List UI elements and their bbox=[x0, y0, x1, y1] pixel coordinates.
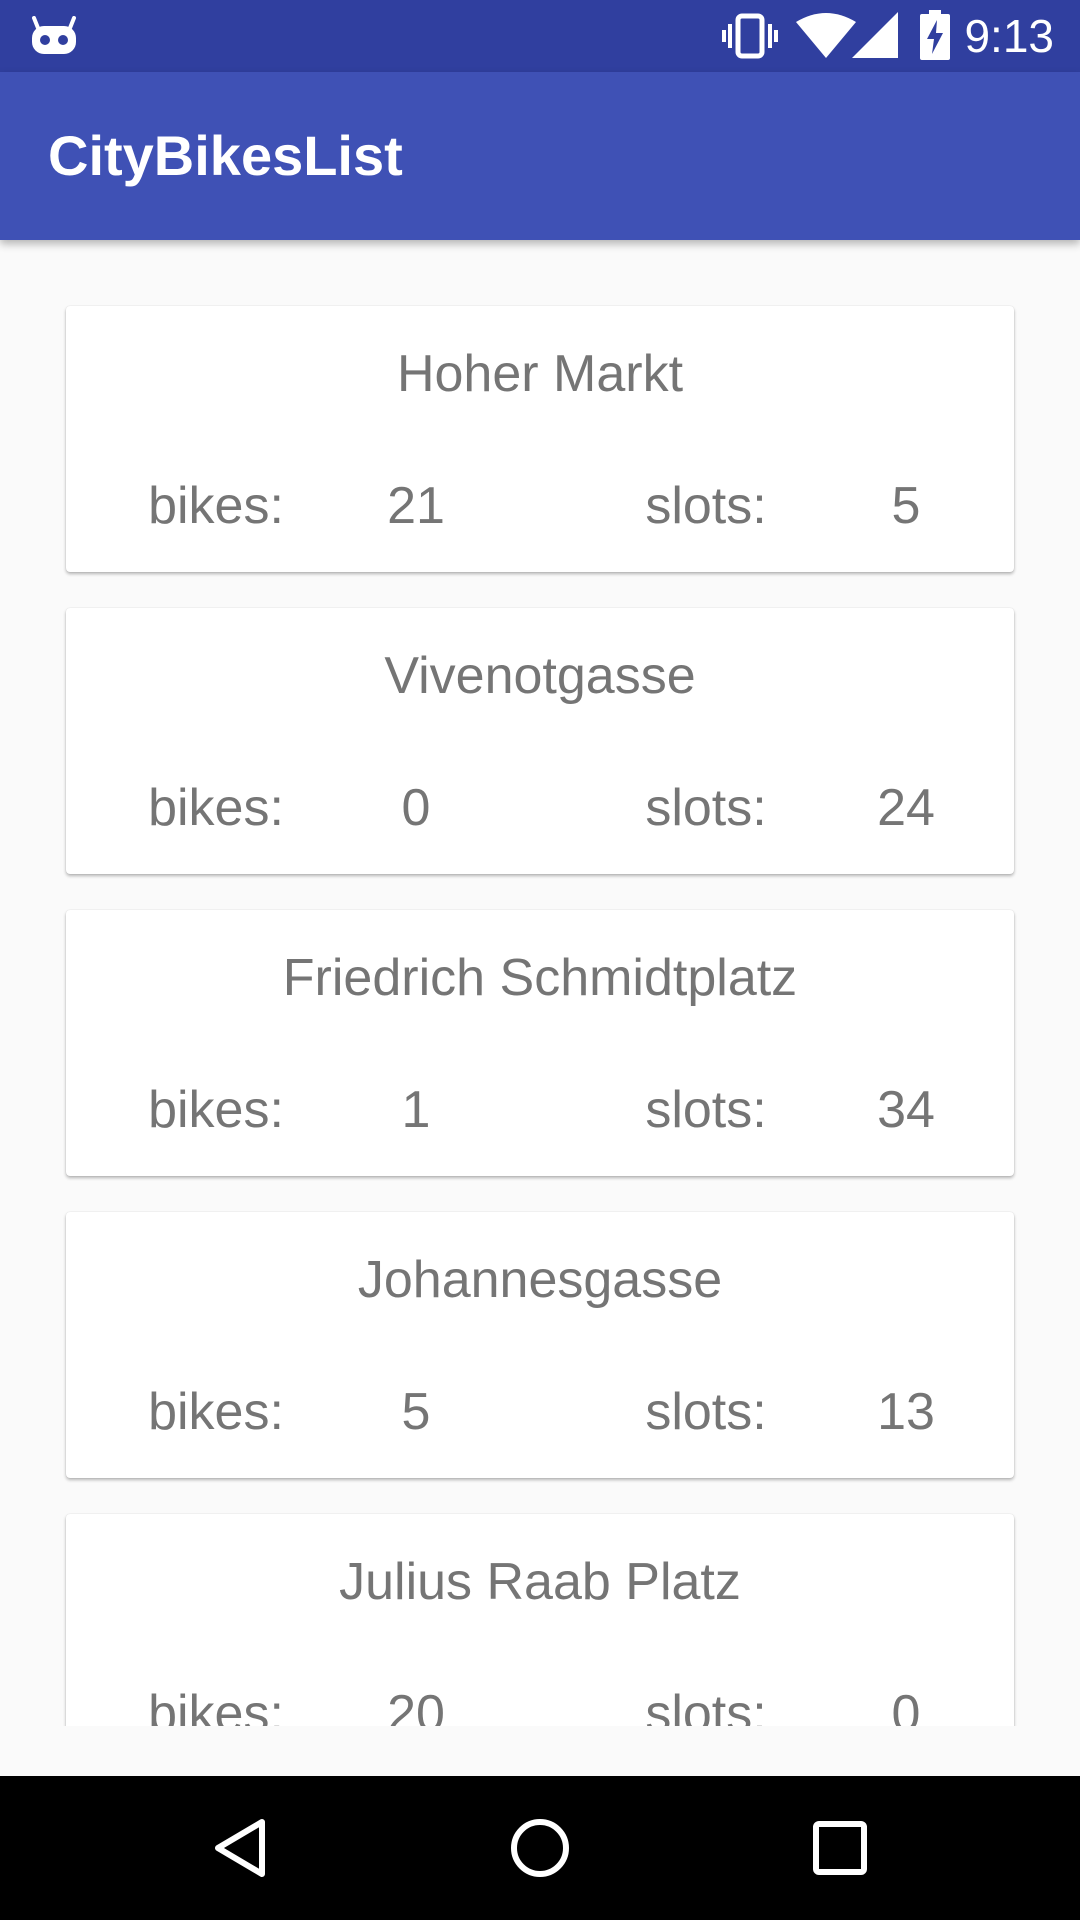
app-bar: CityBikesList bbox=[0, 72, 1080, 240]
station-name: Friedrich Schmidtplatz bbox=[282, 949, 798, 1007]
bikes-label: bikes: bbox=[148, 779, 284, 837]
back-icon[interactable] bbox=[200, 1816, 280, 1880]
vibrate-icon bbox=[722, 13, 778, 59]
bikes-label: bikes: bbox=[148, 1383, 284, 1441]
station-card[interactable]: Hoher Markt bikes: 21 slots: 5 bbox=[66, 306, 1014, 572]
navigation-bar bbox=[0, 1776, 1080, 1920]
slots-label: slots: bbox=[645, 477, 767, 535]
recents-icon[interactable] bbox=[800, 1816, 880, 1880]
slots-label: slots: bbox=[645, 1685, 767, 1726]
android-icon bbox=[32, 16, 76, 54]
battery-charging-icon bbox=[920, 10, 950, 60]
slots-count: 5 bbox=[891, 477, 921, 535]
bikes-label: bikes: bbox=[148, 1685, 284, 1726]
bikes-count: 5 bbox=[401, 1383, 431, 1441]
bikes-label: bikes: bbox=[148, 1081, 284, 1139]
station-card[interactable]: Vivenotgasse bikes: 0 slots: 24 bbox=[66, 608, 1014, 874]
slots-label: slots: bbox=[645, 779, 767, 837]
slots-count: 24 bbox=[877, 779, 935, 837]
bikes-count: 0 bbox=[401, 779, 431, 837]
station-list[interactable]: Hoher Markt bikes: 21 slots: 5 Vivenotga… bbox=[0, 240, 1080, 1726]
slots-label: slots: bbox=[645, 1383, 767, 1441]
slots-count: 0 bbox=[891, 1685, 921, 1726]
bikes-count: 20 bbox=[387, 1685, 445, 1726]
home-icon[interactable] bbox=[500, 1816, 580, 1880]
status-time: 9:13 bbox=[964, 10, 1054, 62]
slots-count: 34 bbox=[877, 1081, 935, 1139]
slots-label: slots: bbox=[645, 1081, 767, 1139]
status-bar: 9:13 bbox=[0, 0, 1080, 72]
station-card[interactable]: Johannesgasse bikes: 5 slots: 13 bbox=[66, 1212, 1014, 1478]
bikes-count: 21 bbox=[387, 477, 445, 535]
station-card[interactable]: Friedrich Schmidtplatz bikes: 1 slots: 3… bbox=[66, 910, 1014, 1176]
station-name: Vivenotgasse bbox=[384, 647, 696, 705]
app-title: CityBikesList bbox=[48, 124, 403, 187]
station-name: Hoher Markt bbox=[396, 345, 684, 403]
station-name: Johannesgasse bbox=[357, 1251, 723, 1309]
slots-count: 13 bbox=[877, 1383, 935, 1441]
bikes-count: 1 bbox=[401, 1081, 431, 1139]
signal-icon bbox=[852, 12, 898, 58]
station-name: Julius Raab Platz bbox=[339, 1553, 741, 1611]
station-card[interactable]: Julius Raab Platz bikes: 20 slots: 0 bbox=[66, 1514, 1014, 1726]
bikes-label: bikes: bbox=[148, 477, 284, 535]
wifi-icon bbox=[796, 13, 856, 58]
